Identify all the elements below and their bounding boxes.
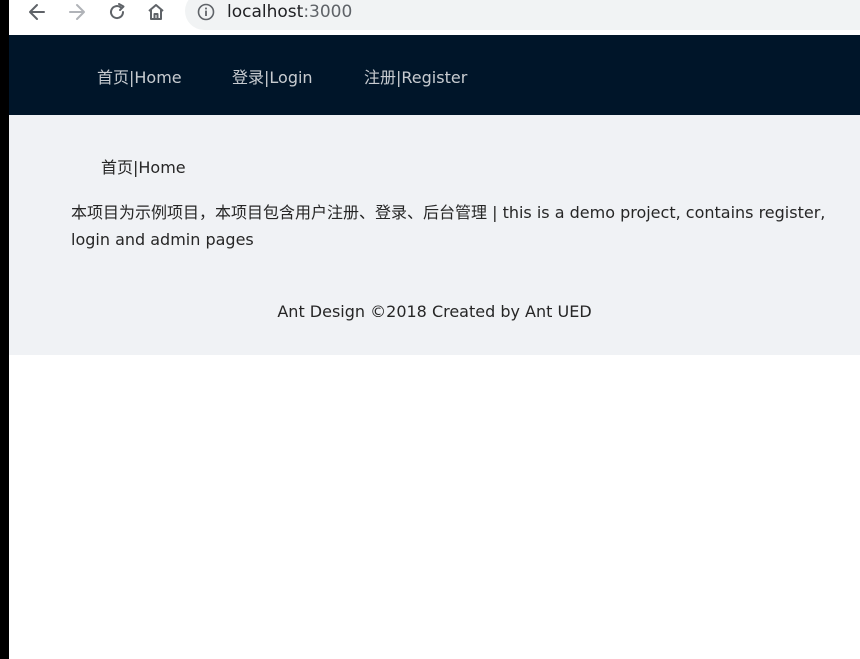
url-host: localhost xyxy=(227,2,304,22)
forward-arrow-icon xyxy=(69,4,85,20)
browser-toolbar: localhost:3000 xyxy=(9,0,860,35)
menu-item-register[interactable]: 注册|Register xyxy=(364,64,467,88)
address-bar[interactable]: localhost:3000 xyxy=(185,0,860,30)
menu-item-home[interactable]: 首页|Home xyxy=(97,64,182,88)
forward-button[interactable] xyxy=(63,0,91,24)
project-description: 本项目为示例项目，本项目包含用户注册、登录、后台管理 | this is a d… xyxy=(71,203,826,249)
home-button[interactable] xyxy=(142,0,170,24)
url-text: localhost:3000 xyxy=(227,2,352,22)
home-icon xyxy=(148,4,164,20)
info-icon[interactable] xyxy=(197,3,215,21)
reload-icon xyxy=(110,3,125,20)
app-header: 首页|Home 登录|Login 注册|Register xyxy=(9,35,860,115)
main-content: 首页|Home 本项目为示例项目，本项目包含用户注册、登录、后台管理 | thi… xyxy=(9,115,860,355)
reload-button[interactable] xyxy=(103,0,131,24)
url-port: :3000 xyxy=(303,2,353,22)
breadcrumb[interactable]: 首页|Home xyxy=(101,154,186,178)
footer-text: Ant Design ©2018 Created by Ant UED xyxy=(277,302,592,321)
browser-viewport: localhost:3000 首页|Home 登录|Login 注册|Regis… xyxy=(9,0,860,659)
menu-item-login[interactable]: 登录|Login xyxy=(232,64,313,88)
back-button[interactable] xyxy=(23,0,51,24)
back-arrow-icon xyxy=(29,4,45,20)
